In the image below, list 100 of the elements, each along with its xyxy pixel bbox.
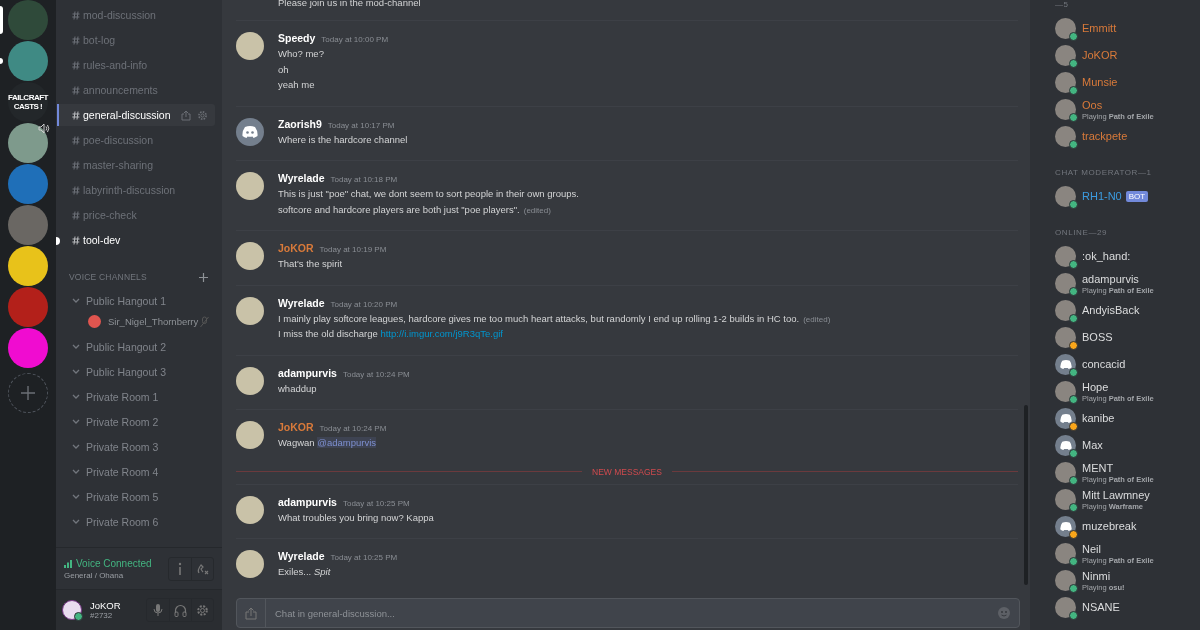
- channel-item[interactable]: general-discussion: [57, 104, 215, 126]
- section-header: VOICE CHANNELS: [69, 272, 147, 282]
- voice-user-name: Sir_Nigel_Thornberry: [108, 316, 199, 327]
- voice-channel-item[interactable]: Private Room 3: [56, 434, 159, 459]
- server-icon[interactable]: [8, 246, 48, 286]
- channel-item[interactable]: tool-dev: [57, 229, 215, 251]
- member-group-header: CHAT MODERATOR—1: [1055, 168, 1153, 177]
- hash-icon: [72, 10, 80, 20]
- message-text: That's the spirit: [278, 258, 343, 269]
- member-name: concacid: [1082, 358, 1126, 371]
- edited-marker: (edited): [803, 314, 831, 324]
- member-name: Oos: [1082, 98, 1103, 112]
- member-name: MENT: [1082, 461, 1114, 475]
- timestamp: Today at 10:00 PM: [321, 35, 389, 44]
- member-item[interactable]: BOSS: [1055, 324, 1200, 351]
- message-author[interactable]: Zaorish9: [278, 117, 322, 130]
- member-name: JoKOR: [1082, 49, 1118, 62]
- message-text: I mainly play softcore leagues, hardcore gives me too much heart attacks, but randomly I end up rolling 1-2 builds in HC too.: [278, 312, 800, 324]
- server-item[interactable]: FAILCRAFT CASTS !: [0, 82, 56, 122]
- new-messages-divider: NEW MESSAGES: [592, 466, 662, 477]
- default-avatar-icon: [242, 125, 258, 138]
- server-icon[interactable]: [8, 328, 48, 368]
- server-icon[interactable]: FAILCRAFT CASTS !: [8, 82, 48, 122]
- add-channel-icon[interactable]: [199, 272, 208, 282]
- message-text: whaddup: [278, 382, 317, 394]
- message-author[interactable]: adampurvis: [278, 366, 337, 379]
- member-item[interactable]: RH1-N0 BOT: [1055, 183, 1200, 210]
- link[interactable]: http://i.imgur.com/j9R3qTe.gif: [380, 328, 503, 339]
- headphones-icon: [174, 603, 187, 617]
- chevron-icon: [72, 369, 80, 374]
- member-item[interactable]: kanibe: [1055, 405, 1200, 432]
- speaker-icon: [38, 123, 50, 134]
- member-item[interactable]: Max: [1055, 432, 1200, 459]
- member-item[interactable]: trackpete: [1055, 123, 1200, 150]
- hash-icon: [72, 60, 80, 70]
- microphone-icon: [153, 603, 163, 617]
- timestamp: Today at 10:18 PM: [330, 175, 398, 184]
- default-avatar-icon: [1059, 522, 1072, 531]
- timestamp: Today at 10:20 PM: [330, 299, 398, 309]
- voice-channel-item[interactable]: Public Hangout 2: [56, 334, 166, 359]
- voice-channel-item[interactable]: Private Room 6: [56, 509, 159, 534]
- member-item[interactable]: Emmitt: [1055, 15, 1200, 42]
- voice-channel-item[interactable]: Private Room 1: [56, 384, 159, 409]
- message-text: oh: [278, 63, 289, 75]
- voice-status-detail: General / Ohana: [64, 570, 125, 580]
- server-icon[interactable]: [8, 41, 48, 81]
- edited-marker: (edited): [523, 205, 551, 215]
- message-author[interactable]: Wyrelade: [278, 550, 325, 562]
- member-item[interactable]: muzebreak: [1055, 513, 1200, 540]
- settings-icon: [196, 603, 209, 617]
- message-text: softcore and hardcore players are both just "poe players".: [278, 203, 520, 215]
- hash-icon: [72, 160, 80, 170]
- message-author[interactable]: JoKOR: [278, 242, 314, 254]
- member-group-header: —5: [1055, 0, 1070, 9]
- message-author[interactable]: adampurvis: [278, 495, 337, 508]
- timestamp: Today at 10:25 PM: [330, 553, 398, 562]
- timestamp: Today at 10:17 PM: [327, 120, 395, 130]
- default-avatar-icon: [1059, 360, 1072, 369]
- default-avatar-icon: [1059, 441, 1072, 450]
- bot-tag: BOT: [1125, 191, 1149, 202]
- avatar: [88, 315, 101, 328]
- member-name: Max: [1082, 439, 1103, 452]
- member-name: kanibe: [1082, 412, 1115, 425]
- voice-channel-item[interactable]: Private Room 5: [56, 484, 159, 509]
- settings-icon[interactable]: [197, 109, 208, 121]
- message-author[interactable]: Wyrelade: [278, 296, 325, 309]
- info-icon: [178, 561, 182, 576]
- chevron-icon: [72, 519, 80, 524]
- invite-icon[interactable]: [181, 109, 191, 121]
- timestamp: Today at 10:25 PM: [342, 498, 410, 508]
- member-name: RH1-N0: [1082, 190, 1122, 203]
- message-author[interactable]: Speedy: [278, 32, 316, 44]
- message-text: Who? me?: [278, 48, 324, 59]
- member-name: BOSS: [1082, 331, 1113, 344]
- default-avatar-icon: [1059, 414, 1072, 423]
- member-item[interactable]: Munsie: [1055, 69, 1200, 96]
- user-mention[interactable]: @adampurvis: [317, 437, 376, 448]
- voice-channel-item[interactable]: Public Hangout 1: [56, 288, 166, 313]
- member-name: Ninmi: [1082, 569, 1111, 583]
- voice-channel-item[interactable]: Public Hangout 3: [56, 359, 166, 384]
- chevron-icon: [72, 419, 80, 424]
- message-text: Wagwan: [278, 437, 316, 448]
- voice-channel-item[interactable]: Private Room 2: [56, 409, 159, 434]
- member-item[interactable]: NSANE: [1055, 594, 1200, 621]
- voice-channel-item[interactable]: Private Room 4: [56, 459, 159, 484]
- member-item[interactable]: AndyisBack: [1055, 297, 1200, 324]
- member-name: :ok_hand:: [1082, 250, 1131, 263]
- chevron-icon: [72, 469, 80, 474]
- hash-icon: [72, 185, 80, 195]
- unread-indicator: [0, 58, 3, 64]
- member-item[interactable]: concacid: [1055, 351, 1200, 378]
- member-name: AndyisBack: [1082, 304, 1140, 317]
- timestamp: Today at 10:19 PM: [319, 245, 387, 254]
- message-author[interactable]: Wyrelade: [278, 172, 325, 184]
- chevron-icon: [72, 444, 80, 449]
- member-item[interactable]: JoKOR: [1055, 42, 1200, 69]
- message-author[interactable]: JoKOR: [278, 421, 314, 433]
- member-item[interactable]: :ok_hand:: [1055, 243, 1200, 270]
- server-icon[interactable]: [8, 123, 48, 163]
- hash-icon: [72, 85, 80, 95]
